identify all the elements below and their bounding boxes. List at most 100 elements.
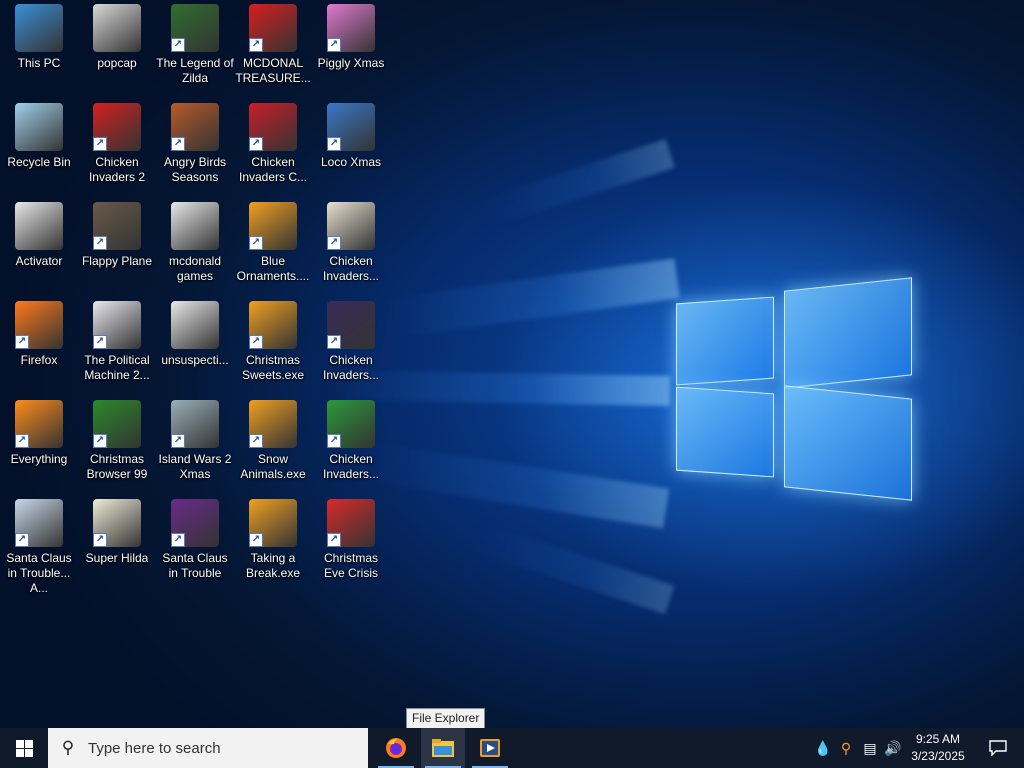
desktop-icon-island-wars-2-xmas[interactable]: ↗ Island Wars 2 Xmas [156, 400, 234, 482]
taskbar-file-explorer[interactable] [421, 728, 465, 768]
taskbar-search-box[interactable]: ⚲ Type here to search [48, 728, 368, 768]
desktop-icon-recycle-bin[interactable]: Recycle Bin [0, 103, 78, 170]
shortcut-arrow-icon: ↗ [171, 533, 185, 547]
desktop-icon-christmas-sweets[interactable]: ↗ Christmas Sweets.exe [234, 301, 312, 383]
everything-search-icon[interactable]: ⚲ [837, 738, 855, 758]
desktop-icon-super-hilda[interactable]: ↗ Super Hilda [78, 499, 156, 566]
desktop-icon-label: Super Hilda [85, 551, 149, 565]
desktop-icon-chicken-invaders-2[interactable]: ↗ Chicken Invaders 2 [78, 103, 156, 185]
desktop-icon-flappy-plane[interactable]: ↗ Flappy Plane [78, 202, 156, 269]
desktop-icon-christmas-eve-crisis[interactable]: ↗ Christmas Eve Crisis [312, 499, 390, 581]
taskbar-media-player[interactable] [468, 728, 512, 768]
desktop-icon-label: Everything [10, 452, 68, 466]
desktop-icon-label: popcap [97, 56, 137, 70]
popcap-icon [93, 4, 141, 52]
christmas-sweets-icon: ↗ [249, 301, 297, 349]
taskbar: ⚲ Type here to search 💧 ⚲ ▤ 🔊 9:25 AM 3/… [0, 728, 1024, 768]
chicken-invaders-c-icon: ↗ [249, 103, 297, 151]
firefox-icon: ↗ [15, 301, 63, 349]
desktop-icon-label: Blue Ornaments.... [236, 254, 310, 283]
shortcut-arrow-icon: ↗ [327, 38, 341, 52]
desktop-icon-label: This PC [17, 56, 61, 70]
christmas-browser-99-icon: ↗ [93, 400, 141, 448]
desktop-icon-santa-claus-in-trouble-a[interactable]: ↗ Santa Claus in Trouble... A... [0, 499, 78, 596]
windows-start-icon [15, 739, 33, 757]
desktop-icon-the-political-machine[interactable]: ↗ The Political Machine 2... [78, 301, 156, 383]
desktop-icon-piggly-xmas[interactable]: ↗ Piggly Xmas [312, 4, 390, 71]
shortcut-arrow-icon: ↗ [327, 533, 341, 547]
shortcut-arrow-icon: ↗ [327, 335, 341, 349]
desktop-icon-angry-birds-seasons[interactable]: ↗ Angry Birds Seasons [156, 103, 234, 185]
shortcut-arrow-icon: ↗ [249, 38, 263, 52]
desktop-icon-label: Piggly Xmas [317, 56, 385, 70]
desktop-icon-taking-a-break[interactable]: ↗ Taking a Break.exe [234, 499, 312, 581]
desktop-icon-chicken-invaders-3[interactable]: ↗ Chicken Invaders... [312, 202, 390, 284]
flappy-plane-icon: ↗ [93, 202, 141, 250]
water-drop-icon[interactable]: 💧 [814, 738, 832, 758]
piggly-xmas-icon: ↗ [327, 4, 375, 52]
desktop-icon-label: Taking a Break.exe [245, 551, 301, 580]
shortcut-arrow-icon: ↗ [171, 434, 185, 448]
desktop-icon-label: Angry Birds Seasons [163, 155, 227, 184]
network-icon[interactable]: ▤ [861, 738, 879, 758]
desktop-icon-label: Christmas Sweets.exe [241, 353, 305, 382]
everything-icon: ↗ [15, 400, 63, 448]
shortcut-arrow-icon: ↗ [171, 38, 185, 52]
desktop-icon-label: MCDONAL TREASURE... [235, 56, 311, 85]
desktop-icon-label: Christmas Eve Crisis [323, 551, 378, 580]
island-wars-2-xmas-icon: ↗ [171, 400, 219, 448]
super-hilda-icon: ↗ [93, 499, 141, 547]
desktop-icon-snow-animals[interactable]: ↗ Snow Animals.exe [234, 400, 312, 482]
search-placeholder: Type here to search [88, 739, 221, 757]
desktop-icon-chicken-invaders-c[interactable]: ↗ Chicken Invaders C... [234, 103, 312, 185]
shortcut-arrow-icon: ↗ [327, 236, 341, 250]
desktop-icon-the-legend-of-zilda[interactable]: ↗ The Legend of Zilda [156, 4, 234, 86]
file-explorer-tooltip: File Explorer [406, 708, 486, 729]
system-clock[interactable]: 9:25 AM 3/23/2025 [900, 731, 976, 765]
desktop-icon-this-pc[interactable]: This PC [0, 4, 78, 71]
desktop-icon-label: unsuspecti... [161, 353, 229, 367]
desktop-icon-mcdonald-games[interactable]: mcdonald games [156, 202, 234, 284]
taskbar-firefox[interactable] [374, 728, 418, 768]
chicken-invaders-3-icon: ↗ [327, 202, 375, 250]
search-icon: ⚲ [61, 738, 75, 757]
desktop-icon-label: Loco Xmas [320, 155, 382, 169]
unsuspecti-icon [171, 301, 219, 349]
desktop-icon-label: Snow Animals.exe [240, 452, 306, 481]
desktop-icon-christmas-browser-99[interactable]: ↗ Christmas Browser 99 [78, 400, 156, 482]
shortcut-arrow-icon: ↗ [249, 434, 263, 448]
desktop-icon-popcap[interactable]: popcap [78, 4, 156, 71]
the-political-machine-icon: ↗ [93, 301, 141, 349]
desktop-icon-mcdonal-treasure[interactable]: ↗ MCDONAL TREASURE... [234, 4, 312, 86]
shortcut-arrow-icon: ↗ [93, 137, 107, 151]
desktop-icon-loco-xmas[interactable]: ↗ Loco Xmas [312, 103, 390, 170]
desktop-icon-chicken-invaders-4[interactable]: ↗ Chicken Invaders... [312, 301, 390, 383]
recycle-bin-icon [15, 103, 63, 151]
shortcut-arrow-icon: ↗ [249, 533, 263, 547]
desktop-icon-activator[interactable]: Activator [0, 202, 78, 269]
taking-a-break-icon: ↗ [249, 499, 297, 547]
desktop-icon-label: Firefox [20, 353, 58, 367]
action-center-button[interactable] [978, 728, 1018, 768]
mcdonald-games-icon [171, 202, 219, 250]
desktop-icon-label: Chicken Invaders... [322, 254, 380, 283]
chicken-invaders-4-icon: ↗ [327, 301, 375, 349]
angry-birds-seasons-icon: ↗ [171, 103, 219, 151]
shortcut-arrow-icon: ↗ [93, 434, 107, 448]
desktop-icon-label: Christmas Browser 99 [86, 452, 148, 481]
desktop-icon-santa-claus-in-trouble[interactable]: ↗ Santa Claus in Trouble [156, 499, 234, 581]
desktop-icon-label: The Legend of Zilda [156, 56, 234, 85]
shortcut-arrow-icon: ↗ [327, 137, 341, 151]
desktop-icon-firefox[interactable]: ↗ Firefox [0, 301, 78, 368]
desktop-icon-chicken-invaders-5[interactable]: ↗ Chicken Invaders... [312, 400, 390, 482]
shortcut-arrow-icon: ↗ [249, 335, 263, 349]
media-player-icon [480, 739, 500, 757]
desktop-icon-unsuspecti[interactable]: unsuspecti... [156, 301, 234, 368]
start-button[interactable] [0, 728, 48, 768]
desktop-icon-label: The Political Machine 2... [84, 353, 150, 382]
chicken-invaders-5-icon: ↗ [327, 400, 375, 448]
loco-xmas-icon: ↗ [327, 103, 375, 151]
desktop-icon-label: Santa Claus in Trouble... A... [6, 551, 72, 595]
desktop-icon-everything[interactable]: ↗ Everything [0, 400, 78, 467]
desktop-icon-blue-ornaments[interactable]: ↗ Blue Ornaments.... [234, 202, 312, 284]
